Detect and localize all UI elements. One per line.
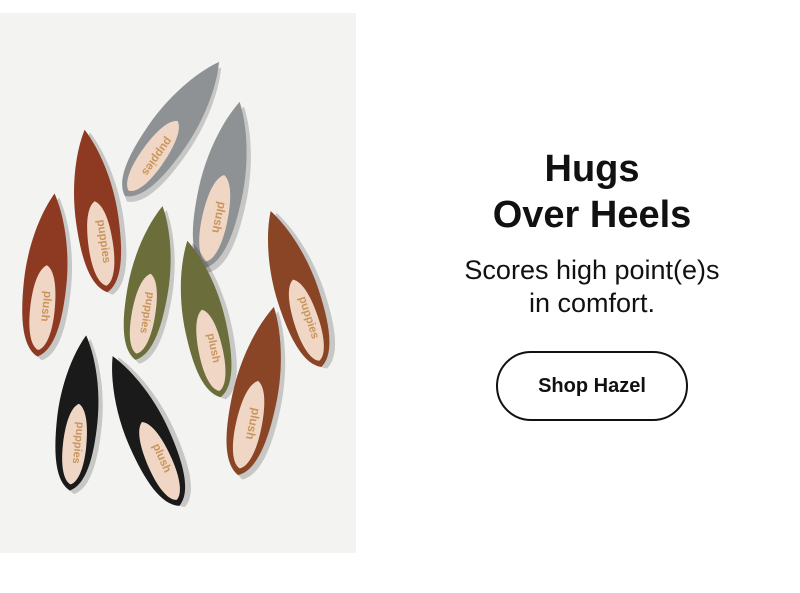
shoes-illustration: puppiesplushpuppiesplush puppiesplushpupp… bbox=[16, 49, 348, 516]
shoe-rust: puppies bbox=[63, 126, 134, 298]
shoe-black: plush bbox=[93, 347, 205, 516]
shoe-black: puppies bbox=[49, 333, 111, 497]
subheadline: Scores high point(e)s in comfort. bbox=[392, 254, 792, 320]
hero-copy: Hugs Over Heels Scores high point(e)s in… bbox=[392, 146, 792, 421]
headline-line-1: Hugs bbox=[544, 148, 640, 190]
shoe-rust: plush bbox=[16, 191, 81, 363]
shop-hazel-button[interactable]: Shop Hazel bbox=[496, 351, 688, 421]
email-banner: puppies plush puppies plush puppies plush pupp… bbox=[0, 0, 800, 593]
headline: Hugs Over Heels bbox=[392, 146, 792, 238]
headline-line-2: Over Heels bbox=[492, 194, 692, 236]
subheadline-line-1: Scores high point(e)s bbox=[464, 255, 720, 285]
product-photo[interactable]: puppies plush puppies plush puppies plush pupp… bbox=[0, 13, 356, 553]
shoe-olive: puppies bbox=[115, 202, 187, 368]
subheadline-line-2: in comfort. bbox=[528, 288, 656, 318]
